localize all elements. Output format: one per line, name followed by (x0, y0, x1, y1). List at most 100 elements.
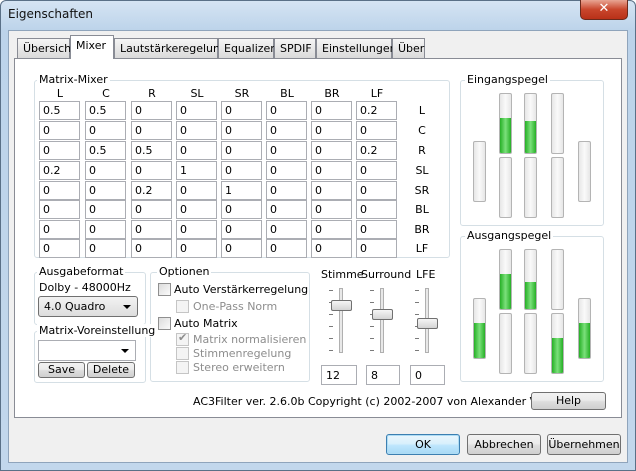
matrix-cell-input[interactable]: 0 (176, 121, 217, 140)
auto-gain-checkbox[interactable] (158, 283, 171, 296)
matrix-cell-input[interactable]: 0 (221, 239, 262, 258)
matrix-cell-input[interactable]: 0 (39, 220, 80, 239)
matrix-cell-input[interactable]: 0 (131, 101, 172, 120)
output-format-title: Ausgabeformat (37, 265, 126, 278)
matrix-cell-input[interactable]: 0.2 (356, 101, 397, 120)
matrix-cell-input[interactable]: 0.2 (356, 141, 397, 160)
matrix-cell-input[interactable]: 0.5 (85, 141, 126, 160)
normalize-checkbox[interactable]: ✔ (176, 331, 189, 346)
output-meter-title: Ausgangspegel (465, 229, 554, 242)
matrix-cell-input[interactable]: 0 (85, 181, 126, 200)
matrix-cell-input[interactable]: 0 (311, 141, 352, 160)
matrix-cell-input[interactable]: 0 (311, 220, 352, 239)
matrix-cell-input[interactable]: 0 (266, 121, 307, 140)
matrix-row-header: SL (415, 164, 429, 177)
matrix-cell-input[interactable]: 0 (131, 220, 172, 239)
matrix-cell-input[interactable]: 0 (311, 101, 352, 120)
voice-control-checkbox[interactable] (176, 347, 189, 360)
lfe-slider-thumb[interactable] (417, 318, 438, 329)
tab-settings[interactable]: Einstellungen (316, 38, 397, 58)
matrix-cell-input[interactable]: 0 (39, 200, 80, 219)
one-pass-checkbox[interactable] (176, 300, 189, 313)
matrix-cell-input[interactable]: 0.2 (131, 181, 172, 200)
voice-slider-thumb[interactable] (331, 300, 352, 311)
close-button[interactable]: ✕ (580, 0, 628, 20)
tab-volume[interactable]: Lautstärkeregelung (114, 38, 227, 58)
surround-slider-thumb[interactable] (372, 309, 393, 320)
matrix-cell-input[interactable]: 0 (39, 141, 80, 160)
slider-tick (370, 338, 374, 339)
matrix-cell-input[interactable]: 0 (221, 101, 262, 120)
matrix-cell-input[interactable]: 0 (85, 239, 126, 258)
matrix-cell-input[interactable]: 0 (176, 141, 217, 160)
matrix-cell-input[interactable]: 0 (311, 200, 352, 219)
matrix-cell-input[interactable]: 0.2 (39, 161, 80, 180)
matrix-cell-input[interactable]: 0 (266, 220, 307, 239)
tab-overview[interactable]: Übersicht (17, 38, 75, 58)
matrix-cell-input[interactable]: 0 (356, 239, 397, 258)
matrix-cell-input[interactable]: 0 (266, 101, 307, 120)
voice-slider-track[interactable] (339, 288, 343, 353)
tab-about[interactable]: Über (392, 38, 425, 58)
matrix-preset-select[interactable] (38, 340, 136, 361)
output-level-meter (578, 298, 591, 359)
tab-equalizer[interactable]: Equalizer (218, 38, 275, 58)
matrix-cell-input[interactable]: 0 (176, 181, 217, 200)
matrix-cell-input[interactable]: 0 (39, 121, 80, 140)
matrix-cell-input[interactable]: 0 (131, 161, 172, 180)
matrix-cell-input[interactable]: 0 (356, 220, 397, 239)
auto-matrix-checkbox[interactable] (158, 317, 171, 330)
preset-save-button[interactable]: Save (38, 362, 85, 378)
matrix-cell-input[interactable]: 0 (311, 121, 352, 140)
tab-mixer[interactable]: Mixer (70, 35, 114, 59)
matrix-cell-input[interactable]: 0 (221, 220, 262, 239)
cancel-button[interactable]: Abbrechen (467, 434, 541, 455)
matrix-cell-input[interactable]: 0 (356, 121, 397, 140)
tab-spdif[interactable]: SPDIF (274, 38, 316, 58)
matrix-cell-input[interactable]: 0 (131, 121, 172, 140)
output-level-fill-3-1 (552, 337, 563, 373)
output-format-select[interactable]: 4.0 Quadro (38, 296, 138, 317)
help-button[interactable]: Help (531, 392, 606, 410)
matrix-cell-input[interactable]: 0.5 (131, 141, 172, 160)
matrix-cell-input[interactable]: 0 (266, 239, 307, 258)
ok-button[interactable]: OK (386, 434, 460, 455)
matrix-cell-input[interactable]: 0 (176, 200, 217, 219)
matrix-cell-input[interactable]: 0 (356, 181, 397, 200)
matrix-cell-input[interactable]: 0 (221, 200, 262, 219)
matrix-cell-input[interactable]: 0 (85, 200, 126, 219)
matrix-cell-input[interactable]: 0 (131, 200, 172, 219)
voice-value-field[interactable]: 12 (321, 365, 357, 385)
matrix-cell-input[interactable]: 0.5 (39, 101, 80, 120)
matrix-cell-input[interactable]: 0 (221, 141, 262, 160)
matrix-cell-input[interactable]: 0 (311, 239, 352, 258)
matrix-cell-input[interactable]: 0 (266, 181, 307, 200)
lfe-value-field[interactable]: 0 (410, 365, 445, 385)
matrix-cell-input[interactable]: 0 (85, 220, 126, 239)
matrix-cell-input[interactable]: 1 (221, 181, 262, 200)
matrix-cell-input[interactable]: 0 (356, 161, 397, 180)
matrix-cell-input[interactable]: 0 (85, 161, 126, 180)
apply-button[interactable]: Übernehmen (547, 434, 621, 455)
matrix-cell-input[interactable]: 0 (39, 181, 80, 200)
matrix-cell-input[interactable]: 0 (176, 101, 217, 120)
matrix-cell-input[interactable]: 0.5 (85, 101, 126, 120)
matrix-cell-input[interactable]: 0 (311, 161, 352, 180)
preset-delete-button[interactable]: Delete (87, 362, 135, 378)
matrix-cell-input[interactable]: 0 (176, 220, 217, 239)
matrix-cell-input[interactable]: 0 (311, 181, 352, 200)
matrix-cell-input[interactable]: 0 (266, 161, 307, 180)
matrix-cell-input[interactable]: 0 (85, 121, 126, 140)
matrix-cell-input[interactable]: 0 (221, 161, 262, 180)
matrix-cell-input[interactable]: 0 (356, 200, 397, 219)
expand-stereo-checkbox[interactable] (176, 361, 189, 374)
matrix-cell-input[interactable]: 0 (266, 200, 307, 219)
matrix-cell-input[interactable]: 0 (176, 239, 217, 258)
matrix-cell-input[interactable]: 0 (221, 121, 262, 140)
matrix-cell-input[interactable]: 1 (176, 161, 217, 180)
surround-slider-track[interactable] (380, 288, 384, 353)
surround-value-field[interactable]: 8 (366, 365, 400, 385)
matrix-cell-input[interactable]: 0 (131, 239, 172, 258)
matrix-cell-input[interactable]: 0 (39, 239, 80, 258)
matrix-cell-input[interactable]: 0 (266, 141, 307, 160)
